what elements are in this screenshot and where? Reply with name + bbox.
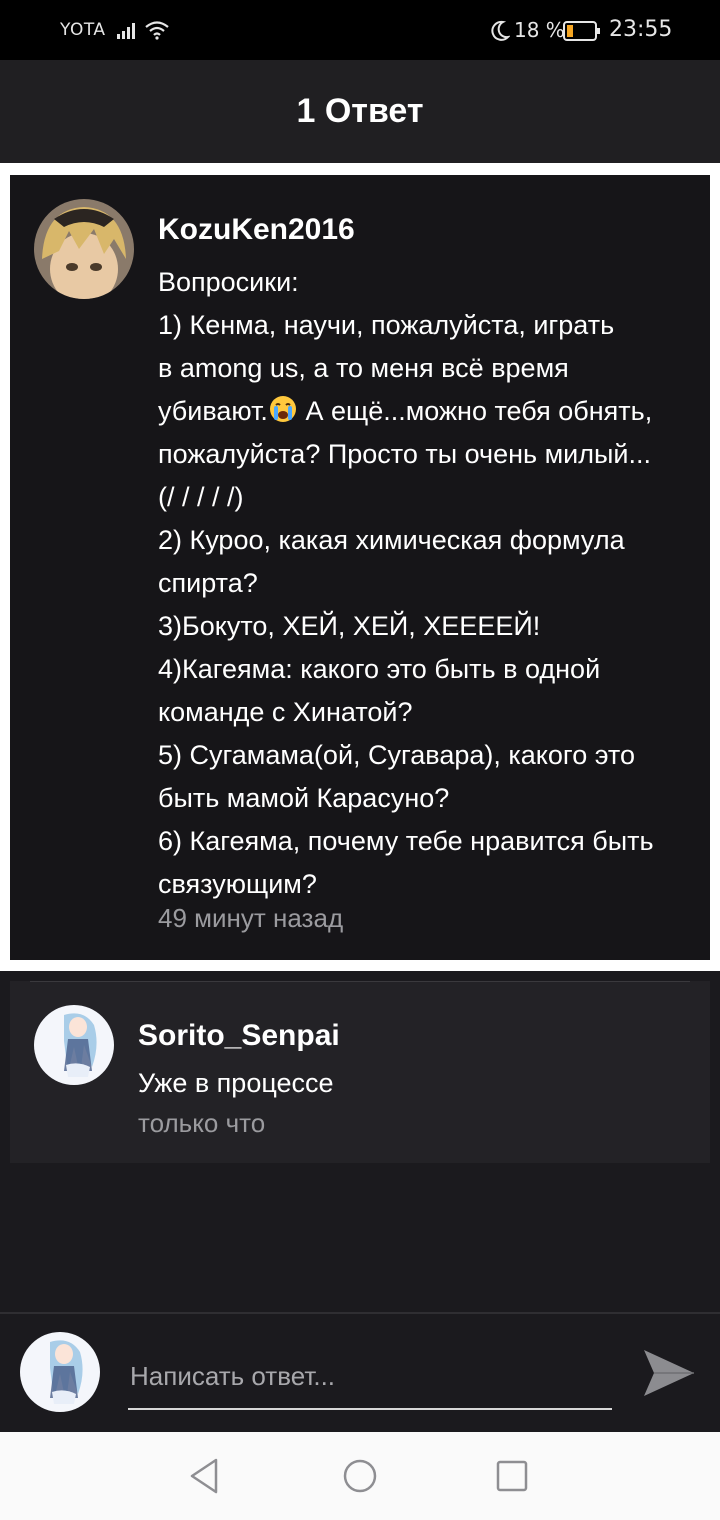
avatar-image — [34, 1005, 114, 1085]
home-icon[interactable] — [342, 1458, 378, 1494]
reply-composer — [0, 1312, 720, 1432]
main-comment[interactable]: KozuKen2016 Вопросики: 1) Кенма, научи, … — [10, 175, 710, 960]
comment-line: убивают. А ещё...можно тебя обнять, — [158, 390, 698, 433]
battery-icon — [563, 21, 600, 41]
current-user-avatar — [20, 1332, 100, 1412]
clock: 23:55 — [609, 17, 673, 42]
comment-timestamp: 49 минут назад — [158, 903, 344, 933]
reply-input[interactable] — [128, 1352, 612, 1410]
comment-line: спирта? — [158, 568, 258, 598]
highlighted-comment-frame: KozuKen2016 Вопросики: 1) Кенма, научи, … — [0, 163, 720, 971]
comment-line: команде с Хинатой? — [158, 697, 413, 727]
comment-line: 2) Куроо, какая химическая формула — [158, 525, 625, 555]
page-header: 1 Ответ — [0, 60, 720, 163]
status-bar: YOTA 18 % 23:55 — [0, 0, 720, 60]
comment-line-part: А ещё...можно тебя обнять, — [297, 396, 653, 426]
reply-timestamp: только что — [138, 1108, 266, 1138]
back-icon[interactable] — [186, 1456, 222, 1496]
avatar-image — [20, 1332, 100, 1412]
comment-line: 3)Бокуто, ХЕЙ, ХЕЙ, ХЕЕЕЕЙ! — [158, 611, 541, 641]
reply-body: Уже в процессе — [138, 1068, 334, 1098]
avatar[interactable] — [34, 199, 134, 299]
comment-line: 5) Сугамама(ой, Сугавара), какого это — [158, 740, 635, 770]
comment-line: 6) Кагеяма, почему тебе нравится быть — [158, 826, 654, 856]
page-title: 1 Ответ — [296, 92, 424, 130]
comment-username[interactable]: KozuKen2016 — [158, 213, 355, 247]
recent-apps-icon[interactable] — [496, 1460, 528, 1492]
comment-line: Вопросики: — [158, 267, 299, 297]
system-nav-bar — [0, 1432, 720, 1520]
send-icon[interactable] — [640, 1344, 698, 1402]
comment-line: связующим? — [158, 869, 317, 899]
comment-body: Вопросики: 1) Кенма, научи, пожалуйста, … — [158, 261, 698, 906]
carrier-label: YOTA — [60, 20, 106, 40]
comment-line: быть мамой Карасуно? — [158, 783, 450, 813]
wifi-icon — [145, 21, 169, 40]
avatar[interactable] — [34, 1005, 114, 1085]
avatar-image — [34, 199, 134, 299]
comment-line: 4)Кагеяма: какого это быть в одной — [158, 654, 601, 684]
comment-line: пожалуйста? Просто ты очень милый... — [158, 439, 652, 469]
comment-line: в among us, а то меня всё время — [158, 353, 569, 383]
signal-icon — [117, 23, 135, 39]
crying-face-icon — [269, 396, 296, 422]
comment-line: 1) Кенма, научи, пожалуйста, играть — [158, 310, 615, 340]
comment-line-part: убивают. — [158, 396, 268, 426]
divider — [30, 981, 690, 982]
comment-line: (/ / / / /) — [158, 482, 244, 512]
moon-icon — [491, 20, 510, 41]
reply-comment[interactable]: Sorito_Senpai Уже в процессе только что — [10, 981, 710, 1163]
battery-percent: 18 % — [514, 18, 565, 42]
reply-username[interactable]: Sorito_Senpai — [138, 1019, 340, 1053]
